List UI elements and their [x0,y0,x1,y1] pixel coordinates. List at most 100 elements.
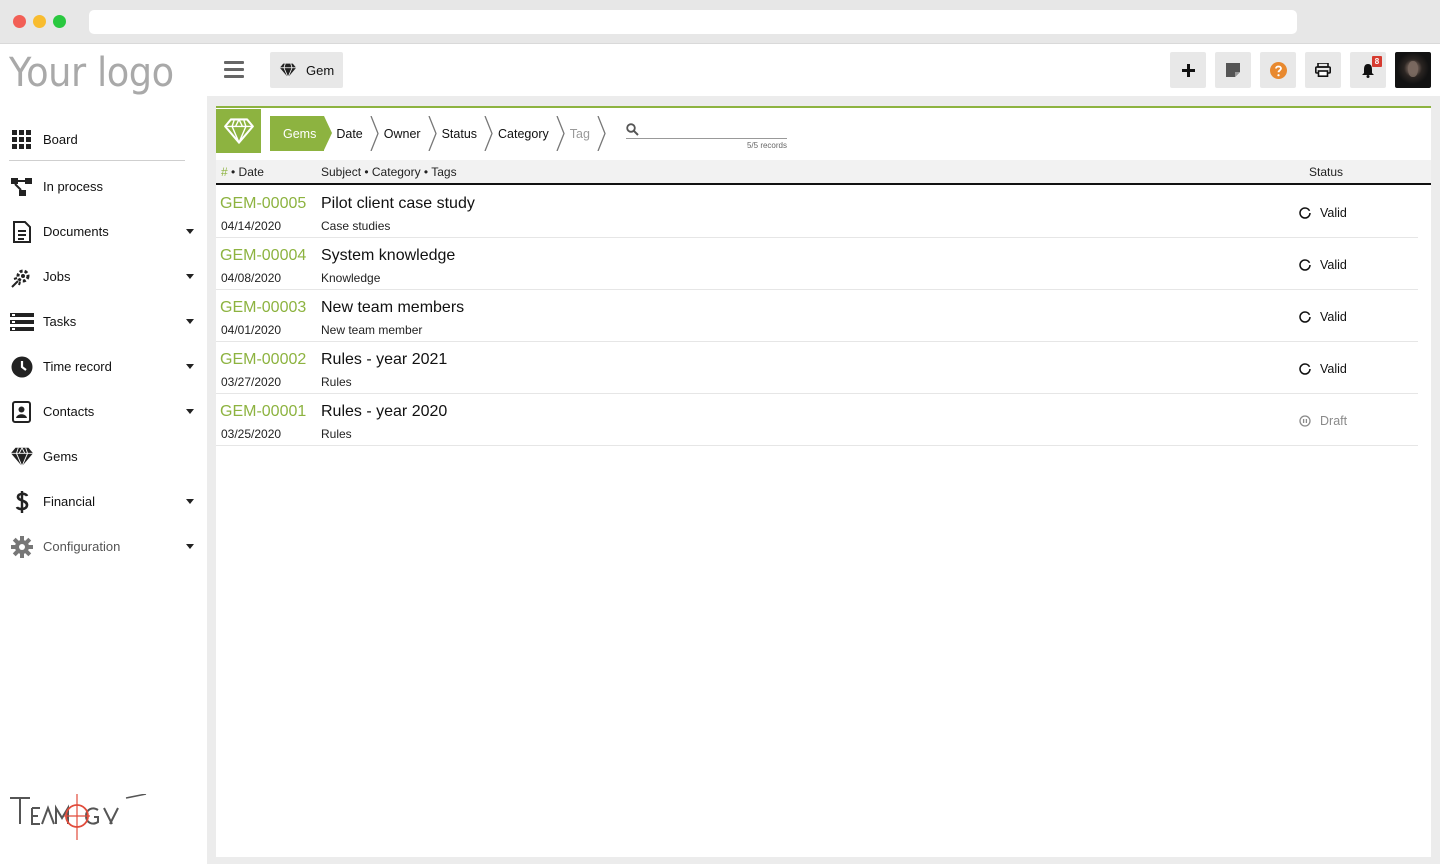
notifications-button[interactable]: 8 [1350,52,1386,88]
filter-category[interactable]: Category [493,116,565,151]
help-icon [1269,61,1287,79]
status-badge: Valid [1299,258,1347,272]
print-button[interactable] [1305,52,1341,88]
filter-owner[interactable]: Owner [379,116,437,151]
gems-table: GEM-00005 04/14/2020 Pilot client case s… [216,186,1418,446]
gem-id-link[interactable]: GEM-00005 [220,195,306,213]
clock-icon [10,355,34,379]
sidebar-item-in-process[interactable]: In process [0,164,207,209]
chevron-down-icon[interactable] [186,274,194,279]
sidebar-item-board[interactable]: Board [0,117,207,162]
sidebar-item-label: Tasks [43,314,77,329]
hash-symbol: # [221,165,228,179]
gem-id-link[interactable]: GEM-00004 [220,247,306,265]
column-header-subject[interactable]: Subject • Category • Tags [321,165,457,179]
sidebar-item-tasks[interactable]: Tasks [0,299,207,344]
status-badge: Valid [1299,206,1347,220]
brand-logo [8,793,148,844]
app-logo[interactable]: Your logo [9,50,174,96]
diamond-icon [10,445,34,469]
hamburger-menu-button[interactable] [224,61,244,79]
gem-id-link[interactable]: GEM-00002 [220,351,306,369]
sidebar-item-contacts[interactable]: Contacts [0,389,207,434]
filter-status[interactable]: Status [437,116,493,151]
status-label: Valid [1320,362,1347,376]
gem-subject[interactable]: System knowledge [321,247,455,265]
sidebar-item-configuration[interactable]: Configuration [0,524,207,569]
sidebar-item-time-record[interactable]: Time record [0,344,207,389]
gem-category: Knowledge [321,271,381,285]
gem-id-link[interactable]: GEM-00001 [220,403,306,421]
status-circle-icon [1299,259,1311,271]
gems-list-panel: Gems Date Owner Status Category Tag 5/5 … [216,106,1431,857]
chevron-down-icon[interactable] [186,319,194,324]
filter-date[interactable]: Date [324,116,379,151]
filter-label: Gems [283,126,317,141]
column-header-id-date[interactable]: # • Date [221,165,264,179]
filter-breadcrumb: Gems Date Owner Status Category Tag [270,116,606,151]
filter-gems[interactable]: Gems [270,116,333,151]
gem-category: Case studies [321,219,391,233]
table-row[interactable]: GEM-00004 04/08/2020 System knowledge Kn… [216,238,1418,290]
gems-module-badge [216,109,261,153]
help-button[interactable] [1260,52,1296,88]
sidebar-item-financial[interactable]: Financial [0,479,207,524]
chevron-right-icon [427,116,437,151]
sidebar-item-jobs[interactable]: Jobs [0,254,207,299]
note-button[interactable] [1215,52,1251,88]
gem-subject[interactable]: Pilot client case study [321,195,475,213]
sidebar-item-gems[interactable]: Gems [0,434,207,479]
chevron-down-icon[interactable] [186,364,194,369]
status-circle-icon [1299,207,1311,219]
chevron-down-icon[interactable] [186,409,194,414]
table-row[interactable]: GEM-00002 03/27/2020 Rules - year 2021 R… [216,342,1418,394]
address-bar[interactable] [89,10,1297,34]
minimize-window-button[interactable] [33,15,46,28]
tasks-icon [10,310,34,334]
table-row[interactable]: GEM-00003 04/01/2020 New team members Ne… [216,290,1418,342]
filter-bar: Gems Date Owner Status Category Tag 5/5 … [216,108,1431,158]
filter-label: Category [498,126,549,141]
document-icon [10,220,34,244]
user-avatar[interactable] [1395,52,1431,88]
grid-icon [10,128,34,152]
sidebar-item-documents[interactable]: Documents [0,209,207,254]
gem-subject[interactable]: Rules - year 2021 [321,351,447,369]
diamond-icon [279,63,297,78]
gem-date: 03/25/2020 [221,427,282,441]
sidebar-item-label: Time record [43,359,112,374]
add-button[interactable] [1170,52,1206,88]
close-window-button[interactable] [13,15,26,28]
column-header-status[interactable]: Status [1309,165,1343,179]
column-header-date-label: • Date [227,165,264,179]
chevron-right-icon [556,116,565,151]
gear-icon [10,535,34,559]
status-label: Draft [1320,414,1348,428]
status-badge: Draft [1299,414,1347,428]
plus-icon [1181,63,1195,77]
sidebar-item-label: Financial [43,494,96,509]
sidebar-item-label: Jobs [43,269,71,284]
chevron-down-icon[interactable] [186,499,194,504]
search-input[interactable] [626,122,787,139]
gem-subject[interactable]: New team members [321,299,464,317]
gem-id-link[interactable]: GEM-00003 [220,299,306,317]
filter-tag[interactable]: Tag [565,116,606,151]
chevron-right-icon [484,116,493,151]
gem-category: Rules [321,427,352,441]
sidebar-nav: Board In process Documents Jobs Tasks Ti… [0,117,207,569]
filter-label: Owner [383,126,421,141]
pause-circle-icon [1299,415,1311,427]
table-row[interactable]: GEM-00001 03/25/2020 Rules - year 2020 R… [216,394,1418,446]
maximize-window-button[interactable] [53,15,66,28]
chevron-down-icon[interactable] [186,229,194,234]
notification-count-badge: 8 [1372,56,1382,67]
filter-label: Date [336,126,363,141]
gem-subject[interactable]: Rules - year 2020 [321,403,447,421]
browser-chrome [0,0,1440,44]
sidebar-item-label: Documents [43,224,109,239]
gem-category: Rules [321,375,352,389]
chevron-down-icon[interactable] [186,544,194,549]
table-row[interactable]: GEM-00005 04/14/2020 Pilot client case s… [216,186,1418,238]
module-gem-button[interactable]: Gem [270,52,343,88]
